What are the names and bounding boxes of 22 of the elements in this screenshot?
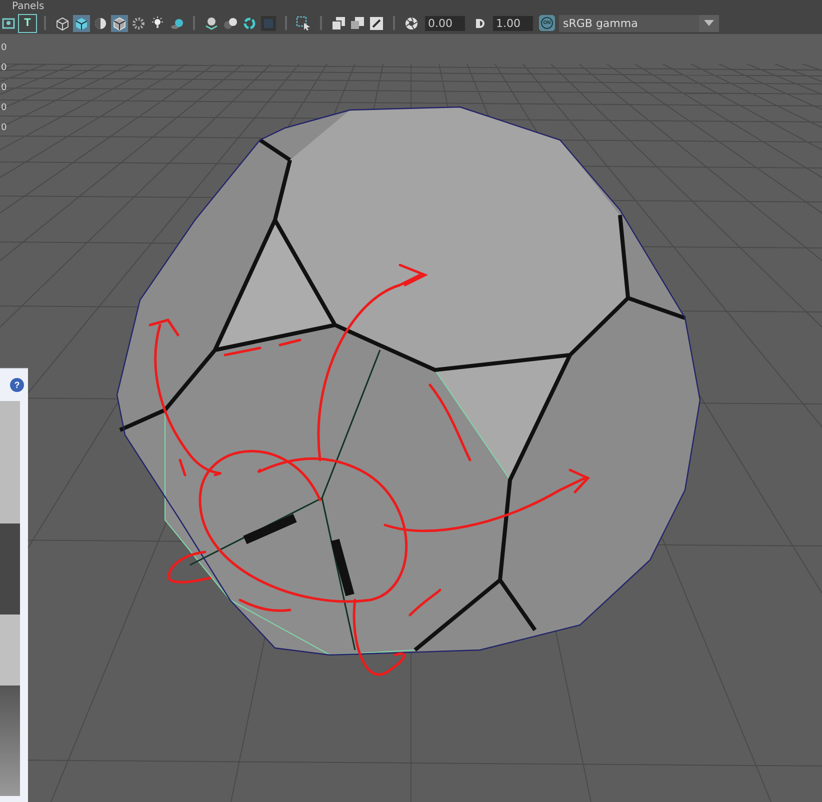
marquee-select-button[interactable] [295, 14, 312, 32]
caret-icon [704, 20, 714, 26]
view-transform-dropdown[interactable]: sRGB gamma [559, 14, 719, 32]
exposure-field[interactable]: 0.00 [425, 16, 465, 30]
sphere-layers-button[interactable] [203, 14, 220, 32]
wireframe-cube-button[interactable] [54, 14, 71, 32]
gamma-field[interactable]: 1.00 [493, 16, 533, 30]
hud-value: 0 [1, 102, 7, 115]
eyedropper-button[interactable] [368, 14, 385, 32]
hud-value: 0 [1, 42, 7, 55]
dotted-ring-button[interactable] [130, 14, 147, 32]
menu-item[interactable]: Panels [12, 1, 44, 12]
textured-cube-button[interactable] [111, 14, 128, 32]
overlapping-squares-button[interactable] [349, 14, 366, 32]
shaded-cube-button[interactable] [73, 14, 90, 32]
text-toggle-button[interactable]: T [19, 14, 36, 32]
hud-value: 0 [1, 122, 7, 135]
aperture-button[interactable] [403, 14, 420, 32]
hud-value: 0 [1, 82, 7, 95]
overlapping-squares-button[interactable] [330, 14, 347, 32]
help-button[interactable]: ? [10, 378, 24, 392]
hud-value: 0 [1, 62, 7, 75]
